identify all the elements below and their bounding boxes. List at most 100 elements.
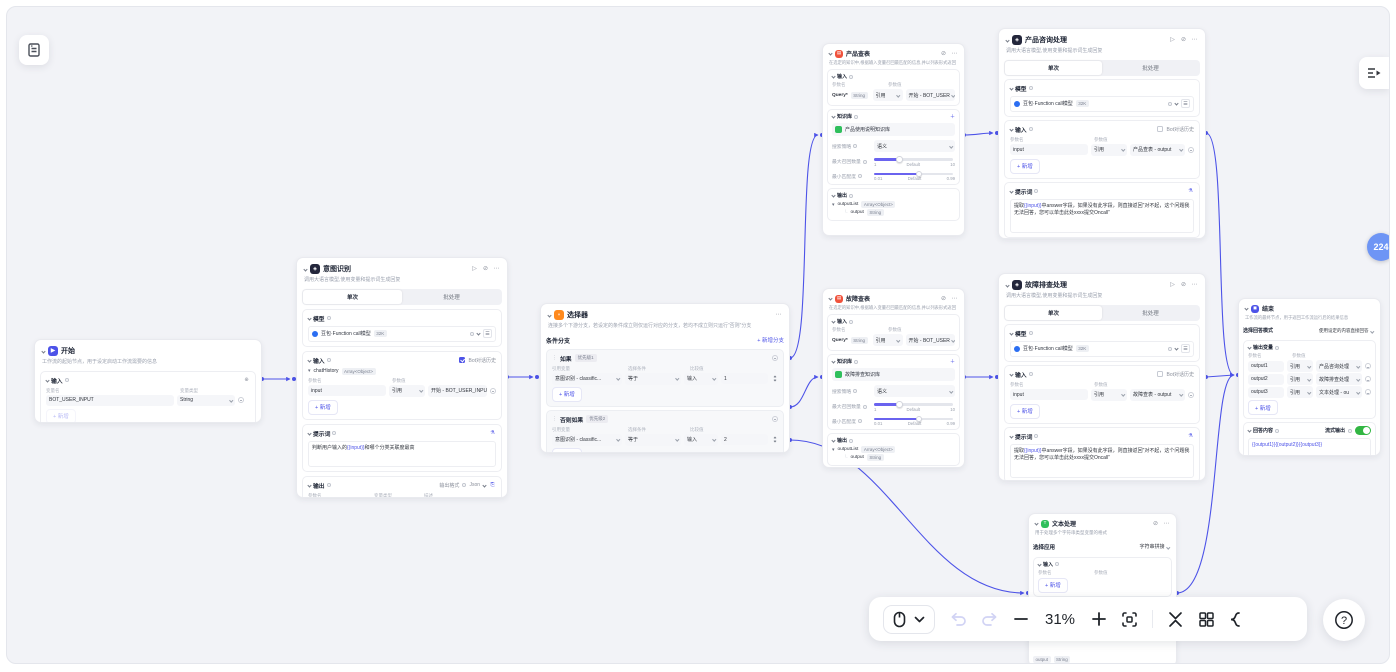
disable-icon[interactable]: ⊘: [940, 50, 947, 57]
auto-layout-button[interactable]: [1198, 611, 1215, 628]
ref-mode-select[interactable]: 引用: [1091, 389, 1127, 401]
prompt-textarea[interactable]: 提取{{input}}中answer字段，如果没有此字段，则直接返回“对不起，这…: [1010, 444, 1194, 478]
remove-row-icon[interactable]: [238, 397, 244, 403]
node-fault-kb[interactable]: ▤ 故障查表 ⊘⋯ 在选定的知识中,根据输入变量召回最匹配的信息,并以列表形式返…: [822, 288, 965, 468]
recall-slider[interactable]: [874, 158, 953, 161]
model-settings-icon[interactable]: ☰: [1181, 344, 1190, 353]
var-type-select[interactable]: String: [177, 395, 235, 406]
disable-icon[interactable]: ⊘: [1180, 37, 1187, 44]
prompt-library-icon[interactable]: ⚗: [1187, 188, 1194, 195]
test-run-icon[interactable]: ▷: [1169, 37, 1176, 44]
value-mode-select[interactable]: 输入: [684, 373, 718, 385]
add-knowledge-icon[interactable]: ＋: [950, 358, 955, 365]
collapse-chevron-icon[interactable]: [828, 51, 832, 55]
workflow-doc-button[interactable]: [19, 35, 49, 65]
param-name-input[interactable]: input: [1010, 389, 1088, 400]
add-outvar-button[interactable]: + 新增: [1248, 400, 1278, 415]
add-knowledge-icon[interactable]: ＋: [950, 113, 955, 120]
compare-value-input[interactable]: 1: [721, 373, 768, 384]
delete-format-icon[interactable]: ⎘: [489, 482, 496, 489]
add-param-button[interactable]: + 新增: [1010, 159, 1040, 174]
compare-value-input[interactable]: 2: [721, 434, 768, 445]
zoom-out-button[interactable]: [1013, 611, 1029, 627]
model-settings-icon[interactable]: ☰: [483, 329, 492, 338]
collapse-nodes-button[interactable]: [1167, 611, 1184, 628]
ref-mode-select[interactable]: 引用: [389, 385, 425, 397]
notification-badge[interactable]: 224: [1367, 233, 1390, 261]
format-value[interactable]: Json: [469, 482, 480, 488]
test-run-icon[interactable]: ▷: [471, 266, 478, 273]
collapse-chevron-icon[interactable]: [547, 313, 551, 317]
tab-batch[interactable]: 批处理: [1102, 306, 1199, 320]
ref-value-select[interactable]: 文本处理 - ou: [1316, 386, 1362, 398]
add-condition-button[interactable]: + 新增: [552, 448, 582, 454]
add-condition-button[interactable]: + 新增: [552, 387, 582, 402]
zoom-in-button[interactable]: [1091, 611, 1107, 627]
more-icon[interactable]: ⋯: [1191, 282, 1198, 289]
prompt-textarea[interactable]: 提取{{input}}中answer字段，如果没有此字段，则直接返回“对不起，这…: [1010, 199, 1194, 233]
tab-single[interactable]: 单次: [1005, 306, 1102, 320]
remove-row-icon[interactable]: [1188, 147, 1194, 153]
tab-batch[interactable]: 批处理: [1102, 61, 1199, 75]
fit-view-button[interactable]: [1121, 611, 1138, 628]
tab-single[interactable]: 单次: [303, 290, 402, 304]
remove-row-icon[interactable]: [490, 388, 496, 394]
tab-batch[interactable]: 批处理: [402, 290, 501, 304]
model-select[interactable]: 豆包·Function call模型 32K ☰: [308, 326, 496, 342]
node-product-kb[interactable]: ▤ 产品查表 ⊘⋯ 在选定的知识中,根据输入变量召回最匹配的信息,并以列表形式返…: [822, 43, 965, 236]
remove-row-icon[interactable]: [1365, 376, 1371, 382]
comment-bracket-button[interactable]: [1229, 611, 1241, 628]
condition-ref-select[interactable]: 意图识别 - classific...: [552, 434, 622, 446]
node-fault-llm[interactable]: ◈ 故障排查处理 ▷⊘⋯ 调用大语言模型,使用变量和提示词生成回复 单次 批处理…: [998, 273, 1206, 481]
node-intent[interactable]: ◈ 意图识别 ▷ ⊘ ⋯ 调用大语言模型,使用变量和提示词生成回复 单次 批处理…: [296, 257, 508, 498]
param-name-input[interactable]: input: [308, 385, 386, 396]
ref-value-select[interactable]: 故障排查处理: [1316, 373, 1362, 385]
node-product-llm[interactable]: ◈ 产品咨询处理 ▷⊘⋯ 调用大语言模型,使用变量和提示词生成回复 单次 批处理…: [998, 28, 1206, 239]
cursor-mode-select[interactable]: [883, 605, 935, 634]
outvar-name[interactable]: output2: [1248, 374, 1284, 385]
flow-canvas[interactable]: ▶ 开始 工作流的起始节点，用于设定启动工作流需要的信息 输入 ⊕ 变量名 变量…: [6, 6, 1390, 664]
ref-mode-select[interactable]: 引用: [1287, 386, 1313, 398]
add-variable-button[interactable]: + 新增: [46, 409, 76, 424]
match-slider[interactable]: [874, 418, 953, 421]
remove-row-icon[interactable]: [1365, 363, 1371, 369]
model-select[interactable]: 豆包·Function call模型 32K ☰: [1010, 341, 1194, 357]
knowledge-item[interactable]: 产品使用说明知识库: [832, 123, 955, 136]
collapse-chevron-icon[interactable]: [41, 349, 45, 353]
more-icon[interactable]: ⋯: [775, 312, 782, 319]
value-stepper[interactable]: [771, 376, 778, 381]
app-select[interactable]: 字符串拼接: [1136, 541, 1172, 553]
prompt-library-icon[interactable]: ⚗: [489, 430, 496, 437]
strategy-select[interactable]: 语义: [874, 385, 955, 397]
node-end[interactable]: ◼ 结束 工作流的最终节点，用于返回工作流运行后的结果信息 选择回答模式 使用设…: [1238, 298, 1381, 456]
collapse-chevron-icon[interactable]: [1034, 521, 1038, 525]
condition-ref-select[interactable]: 意图识别 - classific...: [552, 373, 622, 385]
value-mode-select[interactable]: 输入: [684, 434, 718, 446]
zoom-level[interactable]: 31%: [1043, 611, 1077, 628]
disable-icon[interactable]: ⊘: [1180, 282, 1187, 289]
collapse-chevron-icon[interactable]: [1005, 283, 1009, 287]
test-run-icon[interactable]: ▷: [1169, 282, 1176, 289]
help-button[interactable]: ?: [1323, 599, 1365, 641]
ref-value-select[interactable]: 开始 - BOT_USER: [906, 89, 956, 101]
more-icon[interactable]: ⋯: [1163, 520, 1170, 527]
ref-mode-select[interactable]: 引用: [873, 334, 903, 346]
model-select[interactable]: 豆包·Function call模型 32K ☰: [1010, 96, 1194, 112]
ref-value-select[interactable]: 产品咨询处理: [1316, 360, 1362, 372]
node-selector[interactable]: ⑂ 选择器 ⋯ 连接多个下游分支，若设定的条件成立则仅运行对应的分支，若均不成立…: [540, 303, 790, 453]
ref-mode-select[interactable]: 引用: [1091, 144, 1127, 156]
bot-history-checkbox[interactable]: [1157, 126, 1163, 132]
prompt-textarea[interactable]: 判断用户输入的{{input}}和哪个分类关联度最高: [308, 441, 496, 467]
more-icon[interactable]: ⋯: [493, 266, 500, 273]
match-slider[interactable]: [874, 173, 953, 176]
strategy-select[interactable]: 语义: [874, 140, 955, 152]
condition-op-select[interactable]: 等于: [625, 373, 681, 385]
param-name-input[interactable]: input: [1010, 144, 1088, 155]
node-text-process[interactable]: T 文本处理 ⊘⋯ 用于处理多个字符串类型变量的格式 选择应用 字符串拼接 输入…: [1028, 513, 1177, 664]
add-param-button[interactable]: + 新增: [308, 400, 338, 415]
outvar-name[interactable]: output3: [1248, 387, 1284, 398]
collapse-chevron-icon[interactable]: [828, 296, 832, 300]
remove-row-icon[interactable]: [1365, 389, 1371, 395]
more-icon[interactable]: ⋯: [951, 295, 958, 302]
disable-icon[interactable]: ⊘: [1152, 520, 1159, 527]
